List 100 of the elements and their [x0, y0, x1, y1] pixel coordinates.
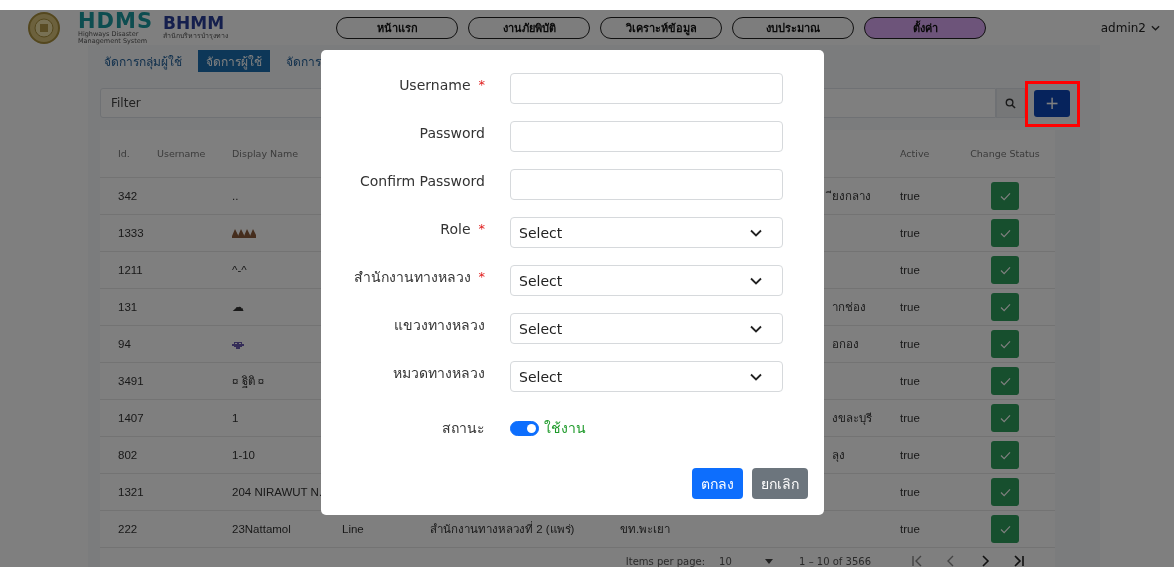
brand-logo: HDMS [78, 10, 154, 31]
last-page-icon[interactable] [1013, 555, 1025, 567]
checkmark-icon [999, 302, 1011, 312]
required-mark: * [478, 220, 485, 238]
dropdown-triangle-icon [765, 558, 774, 564]
change-status-button[interactable] [991, 441, 1019, 469]
table-cell-text: 1321 [117, 486, 145, 498]
field-label: Confirm Password [359, 172, 485, 191]
change-status-button[interactable] [991, 367, 1019, 395]
change-status-button[interactable] [991, 256, 1019, 284]
table-cell-text: 1407 [117, 412, 145, 424]
chevron-down-icon [750, 372, 762, 381]
required-mark: * [478, 76, 485, 94]
checkmark-icon [999, 413, 1011, 423]
table-cell-text: งขละบุรี [831, 411, 873, 427]
table-cell-text: true [899, 190, 921, 202]
table-cell: ียงกลาง [794, 187, 882, 205]
table-cell-text: 3491 [117, 375, 145, 387]
tab[interactable]: จัดการ [282, 50, 325, 72]
column-header: Display Name [231, 148, 300, 159]
checkmark-icon [999, 339, 1011, 349]
table-cell-text: 802 [117, 449, 139, 461]
search-icon [1005, 97, 1016, 109]
nav-tab[interactable]: ตั้งค่า [864, 16, 986, 39]
table-cell-text: 1 [231, 412, 240, 424]
status-toggle[interactable] [510, 420, 539, 436]
table-cell-text: 222 [117, 523, 139, 535]
field-label: สำนักงานทางหลวง [353, 268, 471, 287]
select-field[interactable]: Select [510, 313, 783, 344]
table-cell-text: ¤ ฐิติ ¤ [231, 374, 266, 390]
table-cell-text: 94 [117, 338, 132, 350]
nav-tab[interactable]: วิเคราะห์ข้อมูล [600, 16, 722, 39]
table-cell-text: 204 NIRAWUT N. [231, 486, 324, 498]
table-cell-text: ลุง [831, 448, 846, 464]
table-cell-text: true [899, 449, 921, 461]
change-status-button[interactable] [991, 219, 1019, 247]
column-header: Active [899, 148, 931, 159]
select-field[interactable]: Select [510, 361, 783, 392]
chevron-down-icon [750, 276, 762, 285]
table-cell-text: true [899, 227, 921, 239]
nav-tab[interactable]: หน้าแรก [336, 16, 458, 39]
tab[interactable]: จัดการกลุ่มผู้ใช้ [100, 50, 186, 72]
field-label: Password [419, 124, 485, 143]
table-cell-text: .. [231, 190, 240, 202]
table-cell-text: true [899, 264, 921, 276]
table-cell-text: true [899, 375, 921, 387]
nav-tab[interactable]: งานภัยพิบัติ [468, 16, 590, 39]
status-text: ใช้งาน [544, 419, 586, 438]
alien-creature-icon [232, 339, 244, 349]
table-cell-text: สำนักงานทางหลวงที่ 2 (แพร่) [429, 520, 576, 537]
checkmark-icon [999, 524, 1011, 534]
text-field[interactable] [510, 169, 783, 200]
table-cell-text: ☁ [231, 300, 245, 314]
confirm-button[interactable]: ตกลง [692, 468, 743, 499]
change-status-button[interactable] [991, 478, 1019, 506]
chevron-down-icon [750, 228, 762, 237]
emblem-icon [28, 11, 60, 44]
add-button[interactable]: + [1034, 89, 1070, 117]
change-status-button[interactable] [991, 182, 1019, 210]
text-field[interactable] [510, 73, 783, 104]
cancel-button[interactable]: ยกเลิก [752, 468, 808, 499]
field-label: Role [440, 220, 471, 239]
table-cell-text: true [899, 301, 921, 313]
table-cell-text: ากช่อง [831, 300, 867, 315]
field-label: Username [399, 76, 471, 95]
chevron-down-icon [750, 324, 762, 333]
table-cell-text: ขท.พะเยา [619, 522, 672, 537]
table-cell-text: 1333 [117, 227, 145, 239]
table-cell-text: true [899, 412, 921, 424]
select-field[interactable]: Select [510, 217, 783, 248]
checkmark-icon [999, 376, 1011, 386]
chevron-down-icon [1151, 24, 1160, 31]
required-mark: * [478, 268, 485, 286]
column-header: Id. [117, 148, 131, 159]
first-page-icon[interactable] [911, 555, 923, 567]
table-cell-text: 131 [117, 301, 139, 313]
checkmark-icon [999, 265, 1011, 275]
change-status-button[interactable] [991, 515, 1019, 543]
nav-tab[interactable]: งบประมาณ [732, 16, 854, 39]
tab[interactable]: จัดการผู้ใช้ [198, 50, 270, 72]
next-page-icon[interactable] [979, 555, 991, 567]
items-per-page-label: Items per page: [625, 555, 706, 567]
checkmark-icon [999, 191, 1011, 201]
items-per-page-select[interactable]: 10 [719, 555, 756, 567]
column-header: Change Status [970, 148, 1040, 159]
change-status-button[interactable] [991, 330, 1019, 358]
search-button[interactable] [996, 88, 1025, 118]
select-field[interactable]: Select [510, 265, 783, 296]
table-cell-text: true [899, 338, 921, 350]
column-header: Username [157, 148, 207, 159]
table-cell-text: 342 [117, 190, 139, 202]
table-cell-text: 23Nattamol [231, 523, 292, 535]
text-field[interactable] [510, 121, 783, 152]
table-cell-text: ^-^ [231, 264, 248, 276]
field-label: สถานะ [442, 419, 485, 438]
checkmark-icon [999, 487, 1011, 497]
field-label: แขวงทางหลวง [394, 316, 485, 335]
change-status-button[interactable] [991, 404, 1019, 432]
user-menu[interactable]: admin2 [1100, 20, 1160, 35]
change-status-button[interactable] [991, 293, 1019, 321]
